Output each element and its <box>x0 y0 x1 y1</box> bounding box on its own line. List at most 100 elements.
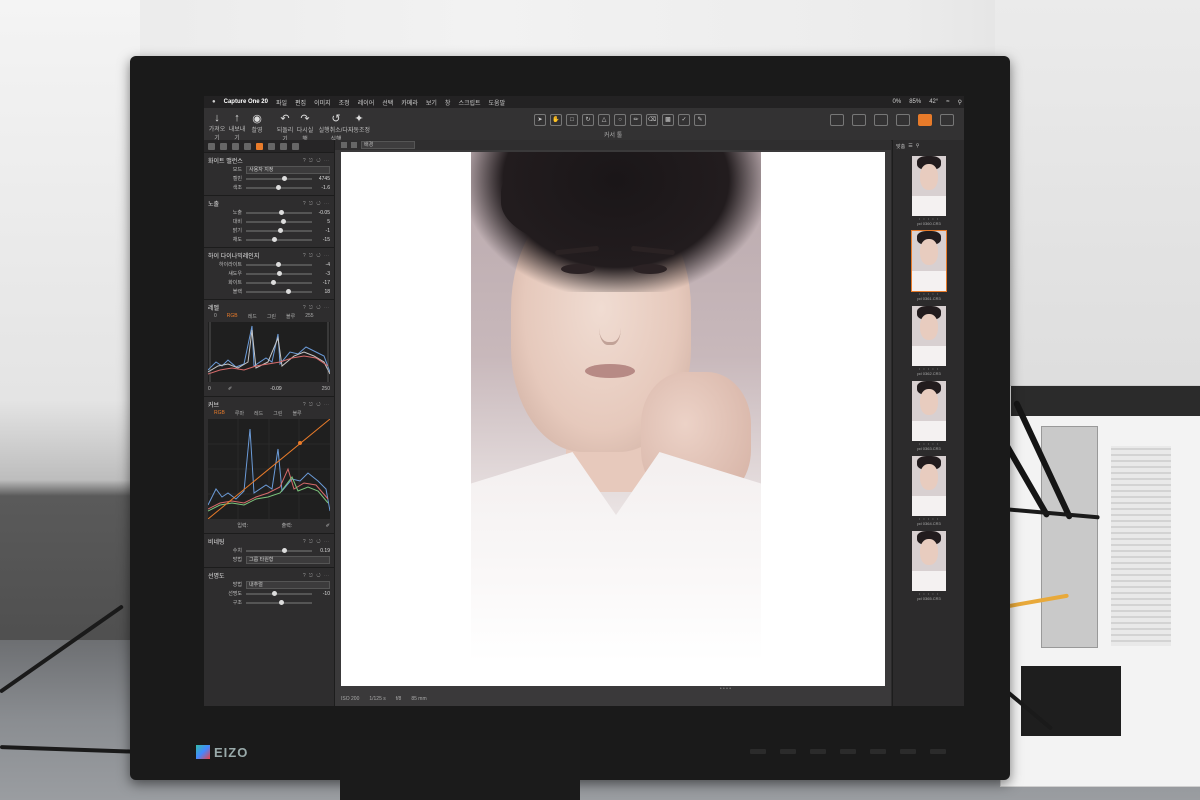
export-button[interactable]: ↑ 내보내기 <box>228 112 246 142</box>
black-slider[interactable] <box>246 288 312 294</box>
curve-tab-green[interactable]: 그린 <box>273 410 282 417</box>
browser-sort-label[interactable]: 맞춤 <box>896 143 905 150</box>
tool-tab-library-icon[interactable] <box>208 142 215 150</box>
crop-tool-icon[interactable]: □ <box>566 114 578 126</box>
window-icon[interactable] <box>940 114 954 126</box>
brightness-slider[interactable] <box>246 227 312 233</box>
curve-tab-luma[interactable]: 루마 <box>235 410 244 417</box>
pager-dots[interactable]: • • • • <box>720 686 731 692</box>
wifi-icon[interactable]: ≈ <box>946 99 949 106</box>
redo-button[interactable]: ↷다시실행 <box>296 112 314 143</box>
slider-knob[interactable] <box>276 261 282 267</box>
thumbnail-item[interactable]: • • • • • pd 0364.CR3 <box>893 456 964 527</box>
monitor-button[interactable] <box>900 749 916 754</box>
capture-button[interactable]: ◉ 촬영 <box>248 112 266 134</box>
curve-tab-rgb[interactable]: RGB <box>214 410 225 416</box>
thumbnail-image[interactable] <box>911 230 947 292</box>
tool-tab-exposure-icon[interactable] <box>256 142 263 150</box>
app-name-menu[interactable]: Capture One 20 <box>224 99 268 105</box>
slider-knob[interactable] <box>279 599 284 605</box>
fullscreen-button[interactable] <box>852 114 866 126</box>
structure-slider[interactable] <box>246 599 312 605</box>
menu-select[interactable]: 선택 <box>382 98 393 107</box>
highlight-slider[interactable] <box>246 261 312 267</box>
pointer-tool-icon[interactable]: ➤ <box>534 114 546 126</box>
thumbnail-item[interactable]: • • • • • pd 0362.CR3 <box>893 306 964 377</box>
tool-controls-icon[interactable]: ? ⎋ ↺ ⋯ <box>303 305 330 311</box>
levels-tab-rgb[interactable]: RGB <box>227 313 238 319</box>
import-button[interactable]: ↓ 가져오기 <box>208 112 226 142</box>
monitor-button[interactable] <box>840 749 856 754</box>
slider-knob[interactable] <box>275 184 281 190</box>
thumbnail-image[interactable] <box>912 156 946 216</box>
multi-view-icon[interactable] <box>351 142 357 148</box>
brush-tool-icon[interactable]: ✏ <box>630 114 642 126</box>
eyedropper-icon[interactable]: ✐ <box>326 523 330 529</box>
slider-knob[interactable] <box>282 547 288 553</box>
curve-tab-blue[interactable]: 블루 <box>292 410 301 417</box>
tool-tab-lens-icon[interactable] <box>232 142 239 150</box>
tool-controls-icon[interactable]: ? ⎋ ↺ ⋯ <box>303 402 330 408</box>
slider-knob[interactable] <box>277 270 283 276</box>
menu-file[interactable]: 파일 <box>276 98 287 107</box>
layers-icon[interactable] <box>918 114 932 126</box>
single-view-icon[interactable] <box>341 142 347 148</box>
exposure-slider[interactable] <box>246 209 312 215</box>
levels-tab-blue[interactable]: 블루 <box>286 313 295 320</box>
slider-knob[interactable] <box>279 209 284 215</box>
monitor-button[interactable] <box>780 749 796 754</box>
tool-tab-details-icon[interactable] <box>268 142 275 150</box>
tool-controls-icon[interactable]: ? ⎋ ↺ ⋯ <box>303 201 330 207</box>
keystone-tool-icon[interactable]: △ <box>598 114 610 126</box>
wb-tint-slider[interactable] <box>246 184 312 190</box>
clarity-slider[interactable] <box>246 590 312 596</box>
viewer-style-field[interactable]: 배경 <box>361 141 415 149</box>
thumbnail-image[interactable] <box>912 381 946 441</box>
tool-tab-meta-icon[interactable] <box>280 142 287 150</box>
thumbnail-image[interactable] <box>912 306 946 366</box>
thumbnail-image[interactable] <box>912 531 946 591</box>
curve-graph[interactable] <box>207 418 331 520</box>
thumbnail-image[interactable] <box>912 456 946 516</box>
slider-knob[interactable] <box>271 279 277 285</box>
menu-help[interactable]: 도움말 <box>489 98 506 107</box>
menu-layer[interactable]: 레이어 <box>358 98 375 107</box>
slider-knob[interactable] <box>278 227 284 233</box>
picker-tool-icon[interactable]: ✓ <box>678 114 690 126</box>
levels-histogram[interactable] <box>207 322 331 382</box>
menu-adjust[interactable]: 조정 <box>339 98 350 107</box>
slider-knob[interactable] <box>272 590 278 596</box>
thumbnail-item[interactable]: • • • • • pd 0363.CR3 <box>893 381 964 452</box>
gradient-tool-icon[interactable]: ▩ <box>662 114 674 126</box>
monitor-button[interactable] <box>810 749 826 754</box>
thumbnail-item[interactable]: • • • • • pd 0360.CR3 <box>893 156 964 227</box>
tool-controls-icon[interactable]: ? ⎋ ↺ ⋯ <box>303 158 330 164</box>
tool-controls-icon[interactable]: ? ⎋ ↺ ⋯ <box>303 539 330 545</box>
grid-view-icon[interactable] <box>830 114 844 126</box>
vignetting-method-select[interactable]: 그룹 타원형 <box>246 555 330 564</box>
annotate-tool-icon[interactable]: ✎ <box>694 114 706 126</box>
tool-tab-capture-icon[interactable] <box>220 142 227 150</box>
image-canvas[interactable] <box>341 152 885 686</box>
spot-tool-icon[interactable]: ○ <box>614 114 626 126</box>
monitor-button[interactable] <box>750 749 766 754</box>
tool-tab-color-icon[interactable] <box>244 142 251 150</box>
thumbnail-item[interactable]: • • • • • pd 0365.CR3 <box>893 531 964 602</box>
eraser-tool-icon[interactable]: ⌫ <box>646 114 658 126</box>
shadow-slider[interactable] <box>246 270 312 276</box>
menu-script[interactable]: 스크립트 <box>458 98 480 107</box>
menu-view[interactable]: 보기 <box>426 98 437 107</box>
wb-mode-select[interactable]: 사용자 지정 <box>246 165 330 174</box>
saturation-slider[interactable] <box>246 236 312 242</box>
search-icon[interactable]: ⚲ <box>958 99 962 106</box>
contrast-slider[interactable] <box>246 218 312 224</box>
slider-knob[interactable] <box>272 236 278 242</box>
pan-tool-icon[interactable]: ✋ <box>550 114 562 126</box>
search-icon[interactable]: ⚲ <box>916 143 920 149</box>
menu-window[interactable]: 창 <box>445 98 451 107</box>
rotate-tool-icon[interactable]: ↻ <box>582 114 594 126</box>
exposure-warning-icon[interactable] <box>874 114 888 126</box>
filter-icon[interactable]: ☰ <box>908 143 912 149</box>
sharpening-method-select[interactable]: 내추럴 <box>246 580 330 589</box>
menu-image[interactable]: 이미지 <box>314 98 331 107</box>
